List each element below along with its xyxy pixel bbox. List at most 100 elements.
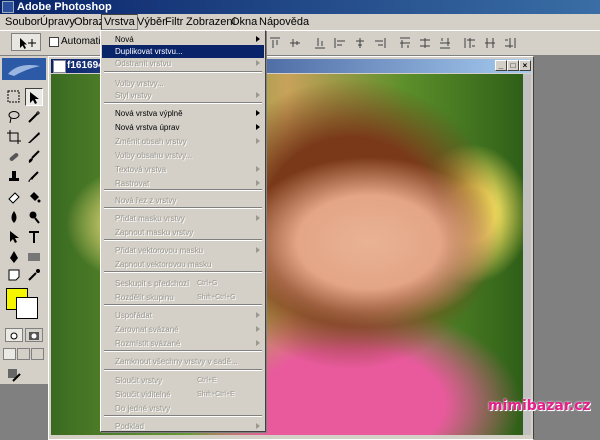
submenu-arrow-icon [256,124,260,130]
menu-item-label: Rozmístit svázané [115,339,181,348]
menu-item-rozdelit-skupinu: Rozdělit skupinu Shift+Ctrl+G [102,291,264,304]
type-tool-icon[interactable] [25,228,43,246]
menu-item-zmenit-obsah-vrstvy: Změnit obsah vrstvy [102,135,264,148]
menu-soubor[interactable]: Soubor [3,14,42,30]
magic-wand-icon[interactable] [25,108,43,126]
submenu-arrow-icon [256,215,260,221]
app-titlebar: Adobe Photoshop [0,0,600,14]
eyedropper-icon[interactable] [25,266,43,284]
background-color-swatch[interactable] [16,297,38,319]
toolbox [0,56,49,384]
brush-tool-icon[interactable] [25,148,43,166]
distribute-top-icon[interactable] [398,36,412,50]
distribute-left-icon[interactable] [463,36,477,50]
tool-preset-picker[interactable] [11,33,41,51]
menu-item-novy-rez-z-vrstvy: Nová řez z vrstvy [102,194,264,207]
submenu-arrow-icon [256,36,260,42]
distribute-vcenter-icon[interactable] [418,36,432,50]
history-brush-icon[interactable] [25,168,43,186]
quick-mask-icon[interactable] [25,328,43,342]
menu-vrstva[interactable]: Vrstva [101,14,138,30]
menu-item-label: Nová vrstva výplně [115,109,183,118]
lasso-tool-icon[interactable] [5,108,23,126]
menu-item-shortcut: Ctrl+E [197,377,217,384]
minimize-button[interactable]: _ [495,60,507,71]
menu-item-shortcut: Ctrl+G [197,280,218,287]
eraser-tool-icon[interactable] [5,188,23,206]
menu-separator [104,71,262,73]
blur-tool-icon[interactable] [5,208,23,226]
menu-item-odstranit-vrstvu: Odstranit vrstvu [102,57,264,70]
menu-item-nova-vrstva-uprav[interactable]: Nová vrstva úprav [102,121,264,134]
menu-item-label: Odstranit vrstvu [115,59,172,68]
submenu-arrow-icon [256,247,260,253]
menubar: Soubor Úpravy Obraz Vrstva Výběr Filtr Z… [0,14,600,31]
path-selection-icon[interactable] [5,228,23,246]
menu-item-sloucit-viditelne: Sloučit viditelné Shift+Ctrl+E [102,388,264,401]
menu-separator [104,369,262,371]
screen-mode-full-icon[interactable] [31,348,44,360]
dodge-tool-icon[interactable] [25,208,43,226]
close-button[interactable]: × [519,60,531,71]
submenu-arrow-icon [256,423,260,429]
distribute-right-icon[interactable] [503,36,517,50]
menu-item-label: Rozdělit skupinu [115,293,174,302]
pen-tool-icon[interactable] [5,248,23,266]
menu-okna[interactable]: Okna [229,14,259,30]
vertical-scrollbar[interactable] [523,74,531,435]
menu-item-label: Zapnout masku vrstvy [115,228,194,237]
jump-to-imageready-icon[interactable] [5,366,23,384]
menu-item-label: Textová vrstva [115,165,167,174]
menu-item-label: Do jedné vrstvy [115,404,171,413]
screen-mode-fullmenu-icon[interactable] [17,348,30,360]
crop-tool-icon[interactable] [5,128,23,146]
align-hcenter-icon[interactable] [353,36,367,50]
menu-item-label: Volby obsahu vrstvy... [115,151,193,160]
align-left-icon[interactable] [333,36,347,50]
distribute-bottom-icon[interactable] [438,36,452,50]
layer-menu-dropdown: Nová Duplikovat vrstvu... Odstranit vrstvu… [100,30,266,432]
menu-separator [104,415,262,417]
menu-item-pridat-vektorovou-masku: Přidat vektorovou masku [102,244,264,257]
standard-mode-icon[interactable] [5,328,23,342]
menu-item-label: Nová vrstva úprav [115,123,180,132]
clone-stamp-icon[interactable] [5,168,23,186]
adobe-online-icon[interactable] [2,58,46,80]
align-bottom-icon[interactable] [313,36,327,50]
distribute-hcenter-icon[interactable] [483,36,497,50]
submenu-arrow-icon [256,340,260,346]
menu-item-label: Zamknout všechny vrstvy v sadě... [115,357,238,366]
menu-item-label: Styl vrstvy [115,91,152,100]
rectangle-tool-icon[interactable] [25,248,43,266]
align-top-icon[interactable] [268,36,282,50]
move-tool-icon[interactable] [25,88,43,106]
submenu-arrow-icon [256,60,260,66]
menu-item-styl-vrstvy: Styl vrstvy [102,89,264,102]
maximize-button[interactable]: □ [507,60,519,71]
paint-bucket-icon[interactable] [25,188,43,206]
menu-item-pridat-masku-vrstvy: Přidat masku vrstvy [102,212,264,225]
menu-separator [104,207,262,209]
slice-tool-icon[interactable] [25,128,43,146]
align-right-icon[interactable] [373,36,387,50]
menu-item-label: Změnit obsah vrstvy [115,137,187,146]
auto-select-checkbox[interactable] [49,37,59,47]
submenu-arrow-icon [256,312,260,318]
menu-item-textova-vrstva: Textová vrstva [102,163,264,176]
menu-item-podklad: Podklad [102,420,264,433]
document-title: f161694 [67,60,104,71]
menu-napoveda[interactable]: Nápověda [257,14,311,30]
photoshop-icon [2,1,14,13]
menu-item-nova-vrstva-vyplne[interactable]: Nová vrstva výplně [102,107,264,120]
screen-mode-standard-icon[interactable] [3,348,16,360]
align-vcenter-icon[interactable] [288,36,302,50]
menu-filtr[interactable]: Filtr [163,14,185,30]
menu-item-label: Sloučit vrstvy [115,376,163,385]
marquee-tool-icon[interactable] [5,88,23,106]
healing-brush-icon[interactable] [5,148,23,166]
menu-item-do-jedne-vrstvy: Do jedné vrstvy [102,402,264,415]
menu-separator [104,304,262,306]
menu-item-seskupit-s-predchozi: Seskupit s předchozí Ctrl+G [102,277,264,290]
menu-item-rozmistit-svazane: Rozmístit svázané [102,337,264,350]
menu-separator [104,189,262,191]
